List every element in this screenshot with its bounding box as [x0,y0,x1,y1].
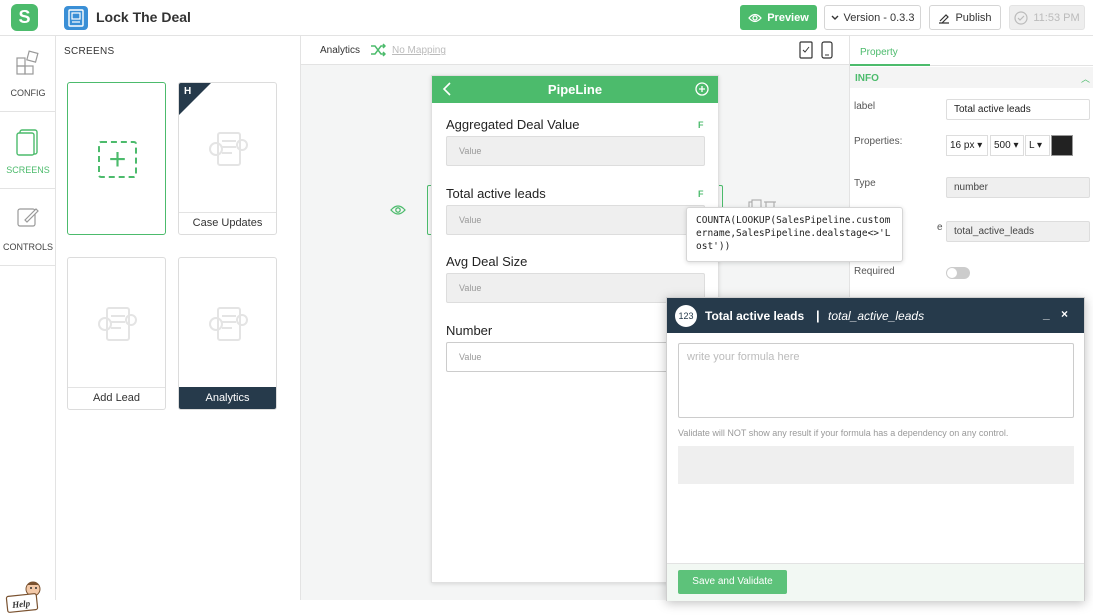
app-logo[interactable]: S [11,4,38,31]
save-status: 11:53 PM [1009,5,1085,30]
required-caption: Required [854,266,895,277]
shuffle-icon[interactable] [370,43,386,57]
phone-screen-title: PipeLine [547,82,603,97]
dialog-variable-name: total_active_leads [828,309,925,323]
add-circle-icon[interactable] [695,82,709,96]
field-label: Number [446,323,493,338]
tab-property-label: Property [860,47,898,58]
mapping-link[interactable]: No Mapping [392,45,446,56]
rail-item-controls[interactable]: CONTROLS [0,190,56,266]
tab-property[interactable]: Property [850,36,1093,66]
field-label: Total active leads [446,186,546,201]
field-label: Aggregated Deal Value [446,117,580,132]
chevron-up-icon: ︿ [1081,74,1091,84]
canvas-toolbar: Analytics No Mapping [301,36,849,65]
add-screen-card[interactable]: + [67,82,166,235]
eye-icon [748,13,763,22]
dialog-footer: Save and Validate [667,563,1084,601]
save-time: 11:53 PM [1033,11,1080,24]
publish-label: Publish [955,11,992,24]
formula-flag: F [698,189,704,199]
publish-icon [939,13,950,24]
screen-card-add-lead[interactable]: Add Lead [67,257,166,410]
screen-card-analytics[interactable]: Analytics [178,257,277,410]
formula-dialog: 123 Total active leads | total_active_le… [666,297,1085,601]
add-screen-icon: + [98,141,137,178]
font-weight-select[interactable]: 500 ▾ [990,135,1024,156]
rail-item-screens[interactable]: SCREENS [0,113,56,189]
field-input[interactable]: Value [446,205,705,235]
text-color-swatch[interactable] [1051,135,1073,156]
screens-icon [16,129,38,156]
phone-view-icon[interactable] [821,41,833,59]
rail-label-controls: CONTROLS [2,242,53,252]
version-label: Version - 0.3.3 [843,11,915,24]
help-mascot-icon[interactable]: Help [5,579,43,615]
screen-thumbnail-icon [98,307,137,341]
app-title: Lock The Deal [96,9,191,25]
save-and-validate-button[interactable]: Save and Validate [678,570,787,594]
chevron-down-icon [831,15,839,20]
rail-label-screens: SCREENS [6,165,50,175]
variable-caption-fragment: e [937,222,943,233]
app-icon [64,6,88,30]
properties-caption: Properties: [854,136,903,147]
validation-result [678,446,1074,484]
dialog-header: 123 Total active leads | total_active_le… [667,298,1084,333]
number-type-icon: 123 [675,305,697,327]
rail-label-config: CONFIG [10,88,46,98]
screen-card-label: Add Lead [68,387,165,409]
preview-label: Preview [767,11,809,24]
screens-title: SCREENS [64,46,115,57]
screen-thumbnail-icon [209,307,248,341]
screen-card-label: Case Updates [179,212,276,234]
field-input[interactable]: Value [446,136,705,166]
minimize-button[interactable]: _ [1043,307,1050,321]
visibility-eye-icon[interactable] [390,204,406,216]
type-value: number [946,177,1090,198]
field-label: Avg Deal Size [446,254,528,269]
formula-tooltip: COUNTA(LOOKUP(SalesPipeline.customername… [686,207,903,262]
canvas-screen-title: Analytics [320,45,361,56]
type-caption: Type [854,178,876,189]
config-icon [16,50,39,75]
formula-input[interactable]: write your formula here [678,343,1074,418]
formula-hint: Validate will NOT show any result if you… [678,428,1009,438]
controls-icon [17,208,39,227]
align-select[interactable]: L ▾ [1025,135,1050,156]
label-input[interactable]: Total active leads [946,99,1090,120]
preview-button[interactable]: Preview [740,5,817,30]
close-button[interactable]: × [1061,307,1068,321]
font-size-select[interactable]: 16 px ▾ [946,135,988,156]
screen-card-label: Analytics [179,387,276,409]
dialog-title: Total active leads [705,309,805,323]
screen-thumbnail-icon [209,132,248,166]
tablet-view-icon[interactable] [799,41,813,59]
formula-flag: F [698,120,704,130]
top-header: S Lock The Deal Preview Version - 0.3.3 … [0,0,1093,36]
publish-button[interactable]: Publish [929,5,1001,30]
label-caption: label [854,101,876,112]
info-section-label: INFO [855,73,879,84]
screen-card-case-updates[interactable]: H Case Updates [178,82,277,235]
rail-item-config[interactable]: CONFIG [0,36,56,112]
check-circle-icon [1014,10,1028,25]
dialog-title-separator: | [816,308,820,323]
required-toggle[interactable] [946,267,970,279]
home-badge-letter: H [184,86,192,97]
variable-name-value: total_active_leads [946,221,1090,242]
left-rail: CONFIG SCREENS CONTROLS Help [0,36,56,613]
info-section-header[interactable]: INFO ︿ [850,67,1093,88]
phone-header: PipeLine [432,76,718,103]
version-dropdown[interactable]: Version - 0.3.3 [824,5,921,30]
screens-panel: SCREENS + H Case Updates Add Lead Analyt… [56,36,301,600]
